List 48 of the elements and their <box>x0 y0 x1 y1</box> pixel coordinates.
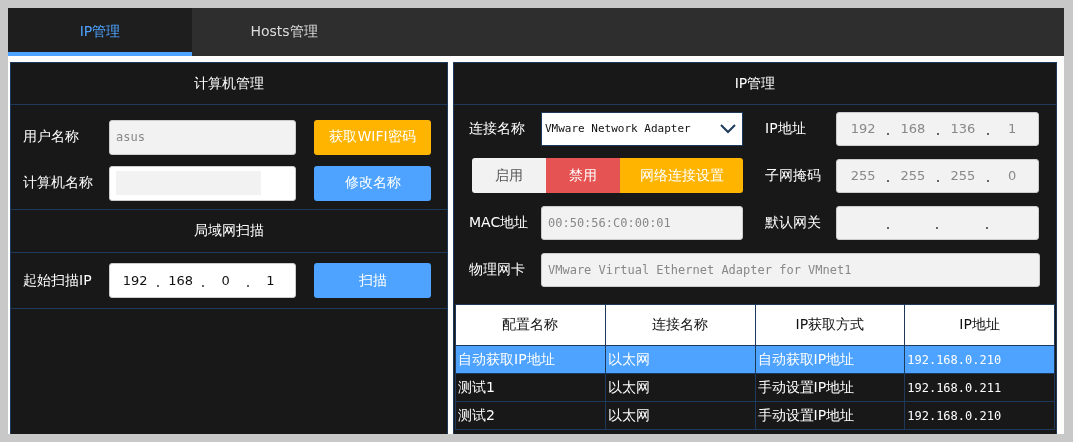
start-ip-field[interactable]: 192 168 0 1 <box>109 263 296 298</box>
mac-address-field[interactable]: 00:50:56:C0:00:01 <box>541 205 743 240</box>
field-label: 起始扫描IP <box>23 271 93 290</box>
table-row[interactable]: 测试1 以太网 手动设置IP地址 192.168.0.211 <box>455 373 1055 402</box>
table-cell: 手动设置IP地址 <box>755 373 905 402</box>
table-cell: 自动获取IP地址 <box>755 345 905 374</box>
field-label: 用户名称 <box>23 128 80 146</box>
table-cell: 192.168.0.210 <box>904 401 1055 430</box>
table-cell: 自动获取IP地址 <box>455 345 606 374</box>
table-cell: 手动设置IP地址 <box>755 401 905 430</box>
subnet-mask-field[interactable]: 255 255 255 0 <box>836 158 1039 193</box>
field-label: 物理网卡 <box>469 260 526 279</box>
action-button[interactable]: 网络连接设置 <box>620 158 743 193</box>
table-cell: 192.168.0.211 <box>904 373 1055 402</box>
ip-address-field[interactable]: 192 168 136 1 <box>836 111 1039 146</box>
field-label: IP地址 <box>765 119 807 138</box>
column-header: 连接名称 <box>605 304 755 346</box>
table-cell: 以太网 <box>605 401 755 430</box>
table-row[interactable]: 自动获取IP地址 以太网 自动获取IP地址 192.168.0.210 <box>455 345 1055 374</box>
panel-title: 局域网扫描 <box>194 222 264 240</box>
get-wifi-password-button[interactable]: 获取WIFI密码 <box>314 119 431 155</box>
connection-dropdown[interactable]: VMware Network Adapter <box>541 111 743 146</box>
table-cell: 以太网 <box>605 345 755 374</box>
gateway-field[interactable] <box>836 205 1039 240</box>
column-header: IP获取方式 <box>755 304 905 346</box>
field-label: 计算机名称 <box>23 174 94 192</box>
panel-title: 计算机管理 <box>194 74 264 93</box>
table-cell: 192.168.0.210 <box>904 345 1055 374</box>
panel-title: IP管理 <box>734 74 776 93</box>
field-label: 子网掩码 <box>765 166 822 185</box>
rename-button[interactable]: 修改名称 <box>314 165 431 201</box>
table-cell: 测试2 <box>455 401 606 430</box>
action-button[interactable]: 禁用 <box>546 158 620 193</box>
table-cell: 测试1 <box>455 373 606 402</box>
column-header: IP地址 <box>904 304 1055 346</box>
user-name-field[interactable]: asus <box>109 119 296 155</box>
tab[interactable]: IP管理 <box>8 8 192 56</box>
column-header: 配置名称 <box>455 304 606 346</box>
field-label: MAC地址 <box>469 213 530 232</box>
field-label: 默认网关 <box>765 213 822 232</box>
chevron-down-icon <box>720 123 736 134</box>
action-button[interactable]: 启用 <box>472 158 546 193</box>
field-label: 连接名称 <box>469 119 526 138</box>
table-row[interactable]: 测试2 以太网 手动设置IP地址 192.168.0.210 <box>455 401 1055 430</box>
table-cell: 以太网 <box>605 373 755 402</box>
scan-button[interactable]: 扫描 <box>314 263 431 298</box>
adapter-field[interactable]: VMware Virtual Ethernet Adapter for VMnet1 <box>541 252 1040 287</box>
computer-name-field[interactable] <box>109 165 296 201</box>
